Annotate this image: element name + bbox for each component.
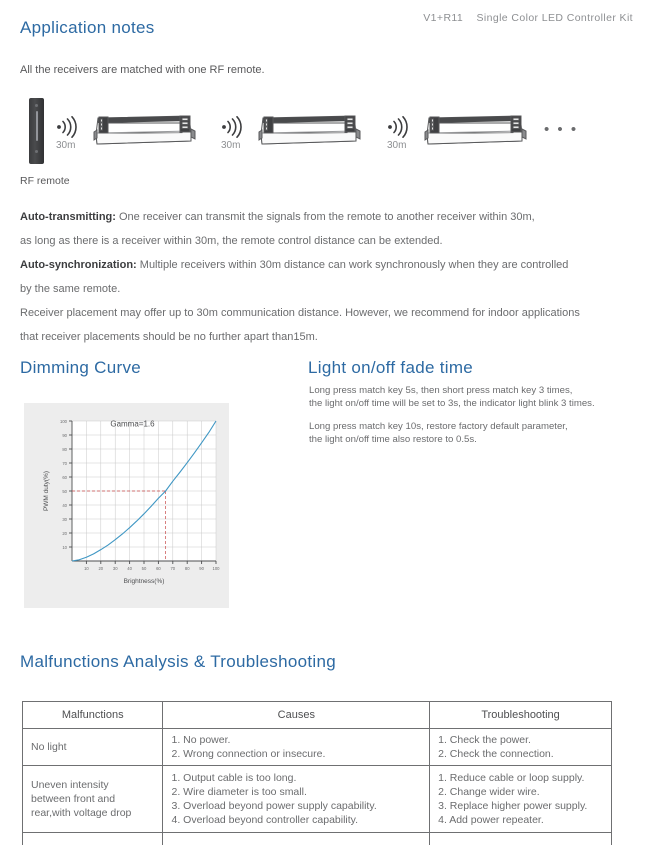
list-item: 1. Reduce cable or loop supply. — [438, 772, 585, 784]
svg-text:30: 30 — [62, 517, 67, 522]
svg-text:10: 10 — [62, 545, 67, 550]
svg-text:50: 50 — [62, 489, 67, 494]
cell-partial — [162, 832, 431, 845]
list-item: 4. Add power repeater. — [438, 814, 544, 826]
cell-causes: 1. No power. 2. Wrong connection or insec… — [162, 728, 431, 766]
list-item: 2. Wrong connection or insecure. — [171, 748, 326, 760]
text-auto-synchronization: Multiple receivers within 30m distance c… — [136, 259, 569, 271]
fade-time-paragraph-2: Long press match key 10s, restore factor… — [309, 421, 568, 445]
list-item: 1. No power. — [171, 734, 231, 746]
paragraph-receiver-placement-cont: that receiver placements should be no fu… — [20, 331, 318, 343]
text-auto-transmitting: One receiver can transmit the signals fr… — [115, 211, 535, 223]
list-item: 2. Wire diameter is too small. — [171, 786, 307, 798]
list-item: 1. Check the power. — [438, 734, 531, 746]
dimming-curve-plot: 10 20 30 40 50 60 70 80 90 100 10 20 30 40 50 60 70 80 90 1… — [43, 419, 221, 585]
svg-text:70: 70 — [62, 461, 67, 466]
paragraph-auto-synchronization-cont: by the same remote. — [20, 283, 121, 295]
column-header-malfunctions: Malfunctions — [21, 701, 164, 729]
malfunctions-heading: Malfunctions Analysis & Troubleshooting — [20, 652, 336, 671]
dimming-curve-heading: Dimming Curve — [20, 358, 142, 377]
svg-text:70: 70 — [170, 566, 175, 571]
lead-auto-transmitting: Auto-transmitting: — [20, 211, 116, 223]
list-item: 4. Overload beyond controller capability… — [171, 814, 359, 826]
svg-text:50: 50 — [142, 566, 147, 571]
svg-text:PWM duty(%): PWM duty(%) — [43, 471, 50, 511]
product-name: Single Color LED Controller Kit — [476, 12, 633, 24]
svg-text:40: 40 — [127, 566, 132, 571]
list-item: 2. Check the connection. — [438, 748, 554, 760]
paragraph-auto-synchronization: Auto-synchronization: Multiple receivers… — [20, 256, 620, 274]
list-item: 3. Overload beyond power supply capabili… — [171, 800, 377, 812]
rf-remote-icon — [29, 98, 44, 164]
malfunctions-table: Malfunctions Causes Troubleshooting No l… — [21, 701, 612, 845]
rf-remote-label: RF remote — [20, 175, 70, 187]
svg-text:30: 30 — [113, 566, 118, 571]
rf-signal-icon — [220, 116, 248, 138]
product-model: V1+R11 — [423, 12, 464, 24]
lead-auto-synchronization: Auto-synchronization: — [20, 259, 137, 271]
distance-label-2: 30m — [221, 140, 241, 151]
distance-label-1: 30m — [56, 140, 76, 151]
list-item: 2. Change wider wire. — [438, 786, 540, 798]
dimming-curve-chart: 10 20 30 40 50 60 70 80 90 100 10 20 30 40 50 60 70 80 90 1… — [24, 403, 229, 608]
svg-text:Gamma=1.6: Gamma=1.6 — [110, 420, 155, 429]
distance-label-3: 30m — [387, 140, 407, 151]
svg-text:100: 100 — [213, 566, 221, 571]
svg-text:90: 90 — [199, 566, 204, 571]
fade-time-body: Long press match key 5s, then short pres… — [309, 384, 639, 456]
paragraph-auto-transmitting-cont: as long as there is a receiver within 30… — [20, 235, 443, 247]
svg-text:40: 40 — [62, 503, 67, 508]
rf-signal-icon — [55, 116, 83, 138]
paragraph-auto-transmitting: Auto-transmitting: One receiver can tran… — [20, 208, 620, 226]
application-notes-intro: All the receivers are matched with one R… — [20, 64, 265, 76]
svg-text:80: 80 — [185, 566, 190, 571]
svg-text:60: 60 — [156, 566, 161, 571]
cell-malfunction: No light — [21, 728, 164, 766]
svg-text:100: 100 — [60, 419, 68, 424]
list-item: 1. Output cable is too long. — [171, 772, 297, 784]
svg-text:90: 90 — [62, 433, 67, 438]
cell-troubleshooting: 1. Reduce cable or loop supply. 2. Change… — [429, 765, 612, 833]
document-header: V1+R11 Single Color LED Controller Kit — [423, 12, 633, 24]
fade-time-heading: Light on/off fade time — [308, 358, 474, 377]
led-controller-icon — [253, 108, 365, 154]
svg-text:10: 10 — [84, 566, 89, 571]
svg-text:80: 80 — [62, 447, 67, 452]
cell-causes: 1. Output cable is too long. 2. Wire diam… — [162, 765, 431, 833]
cell-malfunction: Uneven intensity between front and rear,… — [21, 765, 164, 833]
column-header-causes: Causes — [162, 701, 431, 729]
svg-text:60: 60 — [62, 475, 67, 480]
list-item: 3. Replace higher power supply. — [438, 800, 588, 812]
led-controller-icon — [419, 108, 531, 154]
cell-partial — [21, 832, 164, 845]
receiver-chain-diagram: 30m 30m 30m • • • — [20, 96, 633, 166]
table-row-partial — [21, 832, 612, 845]
application-notes-heading: Application notes — [20, 18, 155, 37]
svg-text:20: 20 — [62, 531, 67, 536]
table-row: Uneven intensity between front and rear,… — [21, 765, 612, 833]
cell-troubleshooting: 1. Check the power. 2. Check the connecti… — [429, 728, 612, 766]
svg-text:20: 20 — [98, 566, 103, 571]
rf-signal-icon — [386, 116, 414, 138]
remote-top-led-icon — [35, 104, 38, 107]
fade-time-paragraph-1: Long press match key 5s, then short pres… — [309, 385, 595, 409]
svg-text:Brightness(%): Brightness(%) — [124, 578, 165, 585]
remote-slider-icon — [35, 111, 38, 141]
led-controller-icon — [88, 108, 200, 154]
chain-ellipsis: • • • — [544, 121, 579, 138]
remote-bottom-button-icon — [35, 150, 38, 153]
cell-partial — [429, 832, 612, 845]
paragraph-receiver-placement: Receiver placement may offer up to 30m c… — [20, 307, 580, 319]
column-header-troubleshooting: Troubleshooting — [429, 701, 612, 729]
application-notes-body: Auto-transmitting: One receiver can tran… — [20, 208, 620, 352]
table-header-row: Malfunctions Causes Troubleshooting — [21, 701, 612, 729]
table-row: No light 1. No power. 2. Wrong connection … — [21, 728, 612, 766]
